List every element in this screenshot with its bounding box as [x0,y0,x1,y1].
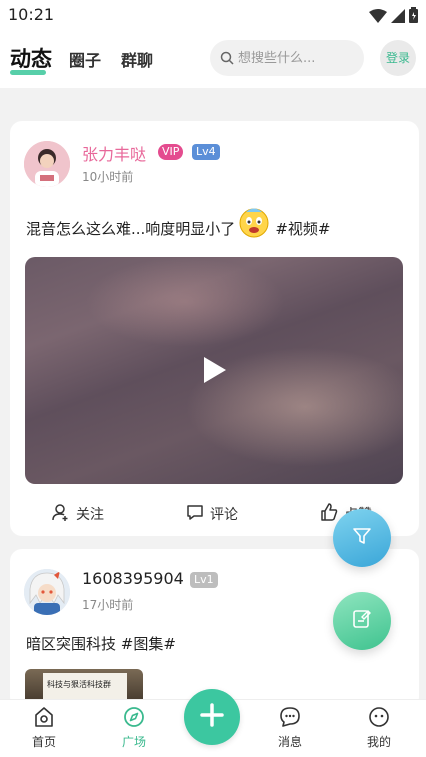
nav-item-messages[interactable]: 消息 [260,706,320,750]
username[interactable]: 1608395904 [82,569,184,588]
emoji-icon [237,205,271,239]
follow-label: 关注 [76,507,104,523]
video-cloud [85,257,285,347]
bottom-nav: 首页 广场 消息 我的 [0,689,426,757]
username[interactable]: 张力丰哒 [82,141,146,165]
level-badge: Lv1 [190,572,218,588]
tab-quanzi[interactable]: 圈子 [69,47,101,71]
avatar[interactable] [24,141,70,187]
compose-button[interactable] [333,592,391,650]
tab-qunliao[interactable]: 群聊 [121,47,153,71]
tab-quanzi-label: 圈子 [69,51,102,70]
home-icon [33,707,55,731]
filter-icon [352,526,372,550]
post-image-caption: 科技与狠活科技群 [47,680,111,689]
tab-dongtai-label: 动态 [10,47,52,71]
comment-button[interactable]: 评论 [186,503,238,525]
tab-dongtai[interactable]: 动态 [10,43,52,75]
post-tag[interactable]: #视频# [275,218,330,239]
top-nav: 动态 圈子 群聊 登录 [0,30,426,88]
profile-face-icon [368,707,390,731]
status-icons [369,7,418,27]
post-text-row: 混音怎么这么难...响度明显小了 #视频# [26,208,330,239]
search-input[interactable] [238,48,358,68]
nav-mine-label: 我的 [366,735,391,749]
search-box[interactable] [210,40,364,76]
add-post-button[interactable] [184,689,240,745]
level-badge: Lv4 [192,144,220,160]
edit-note-icon [352,609,372,633]
follow-user-icon [52,503,70,525]
battery-icon [409,7,418,27]
post-text: 暗区突围科技 #图集# [26,635,176,653]
nav-item-square[interactable]: 广场 [104,706,164,750]
post-text: 混音怎么这么难...响度明显小了 [26,220,236,238]
nav-square-label: 广场 [121,735,146,749]
status-bar: 10:21 [0,0,426,30]
follow-button[interactable]: 关注 [52,503,104,525]
tab-qunliao-label: 群聊 [121,51,154,70]
post-time: 10小时前 [82,170,134,184]
vip-badge: VIP [158,144,184,160]
nav-item-home[interactable]: 首页 [14,706,74,750]
compass-icon [123,707,145,731]
search-icon [220,50,234,69]
comment-label: 评论 [210,507,238,523]
nav-messages-label: 消息 [277,735,302,749]
status-time: 10:21 [8,5,55,24]
play-icon[interactable] [202,355,228,389]
thumbs-up-icon [320,503,338,525]
wifi-icon [369,8,387,27]
login-button[interactable]: 登录 [380,40,416,76]
avatar[interactable] [24,569,70,615]
message-icon [279,707,301,731]
filter-button[interactable] [333,509,391,567]
nav-item-mine[interactable]: 我的 [349,706,409,750]
video-thumbnail[interactable] [25,257,403,484]
post-card[interactable]: 张力丰哒 VIP Lv4 10小时前 混音怎么这么难...响度明显小了 #视频# [10,121,419,536]
plus-icon [199,702,225,732]
nav-home-label: 首页 [31,735,56,749]
comment-icon [186,503,204,525]
post-time: 17小时前 [82,598,134,612]
signal-icon [391,8,405,27]
